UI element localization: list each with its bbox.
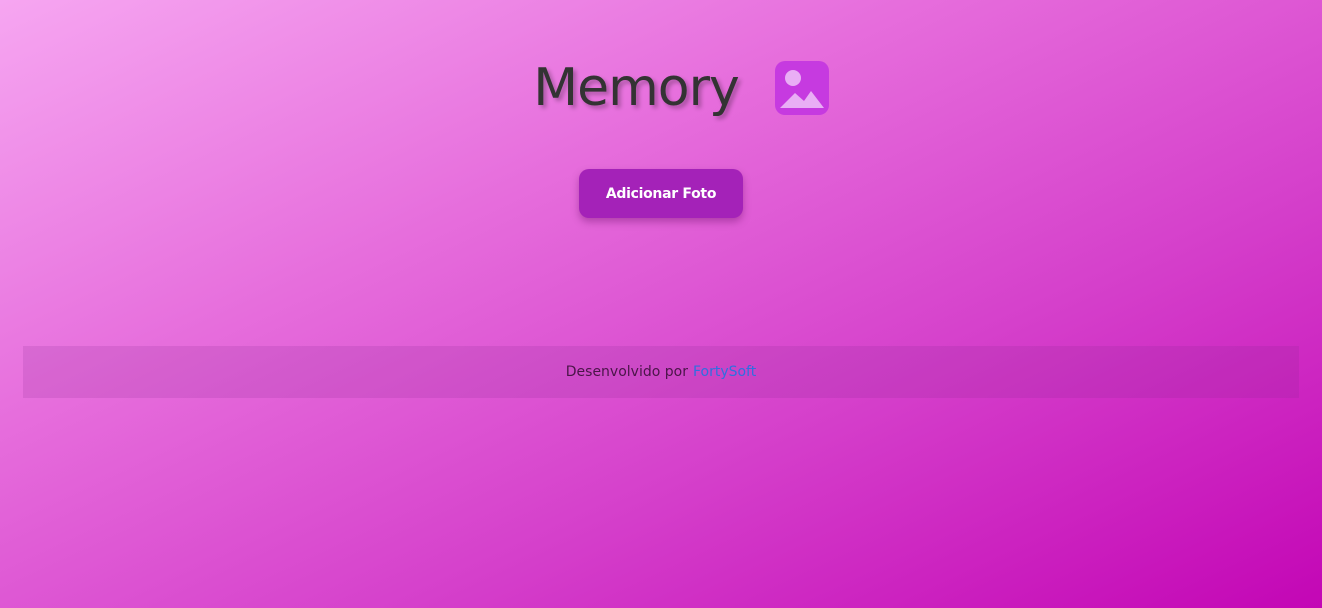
page-title: Memory xyxy=(533,58,739,118)
image-icon xyxy=(774,61,829,115)
page-header: Memory xyxy=(0,48,1322,128)
add-photo-button[interactable]: Adicionar Foto xyxy=(579,169,743,218)
footer-developed-by-text: Desenvolvido por xyxy=(565,364,688,380)
footer: Desenvolvido por FortySoft xyxy=(23,346,1299,398)
fortysoft-link[interactable]: FortySoft xyxy=(693,364,756,380)
